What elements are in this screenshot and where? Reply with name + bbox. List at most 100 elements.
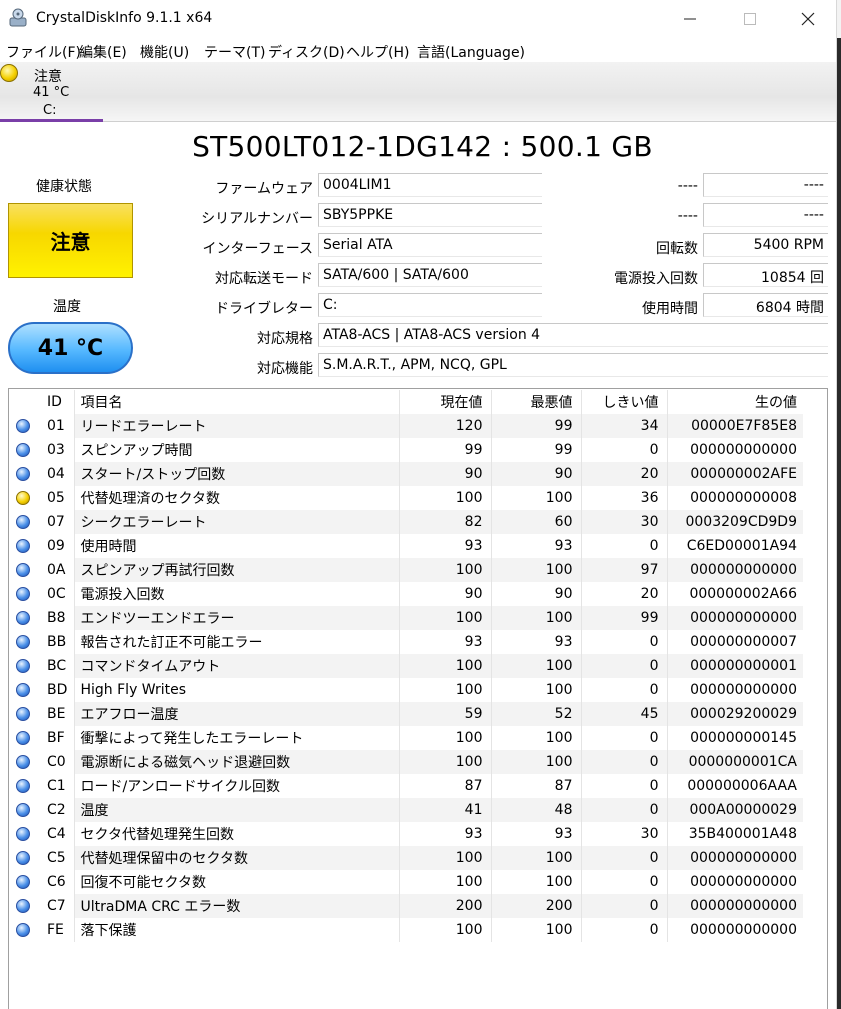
drive-letter-label: ドライブレター: [215, 301, 313, 317]
attribute-name: ロード/アンロードサイクル回数: [73, 774, 399, 798]
smart-row-c7[interactable]: C7 UltraDMA CRC エラー数 200 200 0 000000000000: [9, 894, 803, 918]
worst-value: 52: [490, 702, 581, 726]
good-status-icon: [16, 659, 30, 673]
header-attribute-name[interactable]: 項目名: [73, 390, 399, 414]
smart-row-04[interactable]: 04 スタート/ストップ回数 90 90 20 000000002AFE: [9, 462, 803, 486]
menu-edit[interactable]: 編集(E): [79, 42, 127, 62]
raw-value: 000000000000: [666, 678, 803, 702]
status-cell: [9, 750, 37, 774]
smart-row-03[interactable]: 03 スピンアップ時間 99 99 0 000000000000: [9, 438, 803, 462]
threshold-value: 20: [580, 582, 667, 606]
attribute-name: 代替処理済のセクタ数: [73, 486, 399, 510]
menu-help[interactable]: ヘルプ(H): [346, 42, 409, 62]
attribute-name: UltraDMA CRC エラー数: [73, 894, 399, 918]
status-cell: [9, 510, 37, 534]
rotation-rate-label: 回転数: [656, 241, 698, 257]
smart-row-05[interactable]: 05 代替処理済のセクタ数 100 100 36 000000000008: [9, 486, 803, 510]
status-cell: [9, 918, 37, 942]
crystaldiskinfo-icon[interactable]: [7, 8, 29, 28]
current-value: 99: [398, 438, 491, 462]
smart-attributes-table[interactable]: ID 項目名 現在値 最悪値 しきい値 生の値 01 リードエラーレート 120 99…: [9, 390, 803, 942]
status-cell: [9, 846, 37, 870]
smart-row-be[interactable]: BE エアフロー温度 59 52 45 000029200029: [9, 702, 803, 726]
close-icon: [801, 12, 815, 26]
smart-row-c4[interactable]: C4 セクタ代替処理発生回数 93 93 30 35B400001A48: [9, 822, 803, 846]
worst-value: 100: [490, 918, 581, 942]
attribute-name: セクタ代替処理発生回数: [73, 822, 399, 846]
smart-row-07[interactable]: 07 シークエラーレート 82 60 30 0003209CD9D9: [9, 510, 803, 534]
header-current[interactable]: 現在値: [398, 390, 491, 414]
attribute-id: C0: [37, 750, 74, 774]
disk-model-title: ST500LT012-1DG142 : 500.1 GB: [0, 130, 841, 163]
minimize-button[interactable]: [660, 0, 720, 38]
smart-row-bb[interactable]: BB 報告された訂正不可能エラー 93 93 0 000000000007: [9, 630, 803, 654]
caution-status-icon: [0, 64, 18, 82]
smart-row-09[interactable]: 09 使用時間 93 93 0 C6ED00001A94: [9, 534, 803, 558]
menu-bar: ファイル(F) 編集(E) 機能(U) テーマ(T) ディスク(D) ヘルプ(H…: [0, 38, 841, 62]
current-value: 100: [398, 918, 491, 942]
smart-row-c5[interactable]: C5 代替処理保留中のセクタ数 100 100 0 000000000000: [9, 846, 803, 870]
status-cell: [9, 558, 37, 582]
current-value: 87: [398, 774, 491, 798]
menu-theme[interactable]: テーマ(T): [204, 42, 265, 62]
features-label: 対応機能: [257, 361, 313, 377]
header-raw-value[interactable]: 生の値: [666, 390, 803, 414]
smart-row-bf[interactable]: BF 衝撃によって発生したエラーレート 100 100 0 000000000145: [9, 726, 803, 750]
worst-value: 100: [490, 750, 581, 774]
smart-row-bc[interactable]: BC コマンドタイムアウト 100 100 0 000000000001: [9, 654, 803, 678]
worst-value: 99: [490, 414, 581, 438]
header-worst[interactable]: 最悪値: [490, 390, 581, 414]
good-status-icon: [16, 635, 30, 649]
title-bar: CrystalDiskInfo 9.1.1 x64: [0, 0, 841, 38]
header-threshold[interactable]: しきい値: [580, 390, 667, 414]
attribute-id: C6: [37, 870, 74, 894]
status-cell: [9, 630, 37, 654]
good-status-icon: [16, 755, 30, 769]
smart-row-c0[interactable]: C0 電源断による磁気ヘッド退避回数 100 100 0 0000000001CA: [9, 750, 803, 774]
current-value: 41: [398, 798, 491, 822]
worst-value: 93: [490, 630, 581, 654]
current-value: 100: [398, 486, 491, 510]
worst-value: 200: [490, 894, 581, 918]
disk-model-text: ST500LT012-1DG142 : 500.1 GB: [192, 130, 653, 163]
threshold-value: 30: [580, 822, 667, 846]
smart-row-fe[interactable]: FE 落下保護 100 100 0 000000000000: [9, 918, 803, 942]
attribute-id: 03: [37, 438, 74, 462]
attribute-id: 05: [37, 486, 74, 510]
status-cell: [9, 822, 37, 846]
smart-row-c6[interactable]: C6 回復不可能セクタ数 100 100 0 000000000000: [9, 870, 803, 894]
current-value: 120: [398, 414, 491, 438]
worst-value: 100: [490, 558, 581, 582]
interface-value: Serial ATA: [318, 233, 542, 257]
standard-label: 対応規格: [257, 331, 313, 347]
smart-row-c2[interactable]: C2 温度 41 48 0 000A00000029: [9, 798, 803, 822]
menu-file[interactable]: ファイル(F): [6, 42, 81, 62]
attribute-id: 09: [37, 534, 74, 558]
smart-row-bd[interactable]: BD High Fly Writes 100 100 0 000000000000: [9, 678, 803, 702]
smart-row-c1[interactable]: C1 ロード/アンロードサイクル回数 87 87 0 000000006AAA: [9, 774, 803, 798]
menu-disk[interactable]: ディスク(D): [268, 42, 345, 62]
worst-value: 100: [490, 678, 581, 702]
worst-value: 93: [490, 822, 581, 846]
power-on-count-label: 電源投入回数: [614, 271, 698, 287]
disk-tab-c[interactable]: 注意 41 °C C:: [0, 62, 104, 122]
status-cell: [9, 414, 37, 438]
raw-value: 000000000007: [666, 630, 803, 654]
header-id[interactable]: ID: [37, 390, 74, 414]
smart-row-0c[interactable]: 0C 電源投入回数 90 90 20 000000002A66: [9, 582, 803, 606]
status-cell: [9, 654, 37, 678]
close-button[interactable]: [778, 0, 838, 38]
smart-row-01[interactable]: 01 リードエラーレート 120 99 34 00000E7F85E8: [9, 414, 803, 438]
threshold-value: 0: [580, 678, 667, 702]
threshold-value: 0: [580, 846, 667, 870]
menu-function[interactable]: 機能(U): [140, 42, 189, 62]
smart-row-b8[interactable]: B8 エンドツーエンドエラー 100 100 99 000000000000: [9, 606, 803, 630]
menu-language[interactable]: 言語(Language): [417, 42, 525, 62]
smart-row-0a[interactable]: 0A スピンアップ再試行回数 100 100 97 000000000000: [9, 558, 803, 582]
current-value: 93: [398, 534, 491, 558]
maximize-button[interactable]: [720, 0, 780, 38]
raw-value: 000000002AFE: [666, 462, 803, 486]
health-status-button[interactable]: 注意: [8, 203, 133, 278]
health-status-label: 健康状態: [36, 179, 92, 195]
temperature-button[interactable]: 41 °C: [8, 322, 133, 374]
